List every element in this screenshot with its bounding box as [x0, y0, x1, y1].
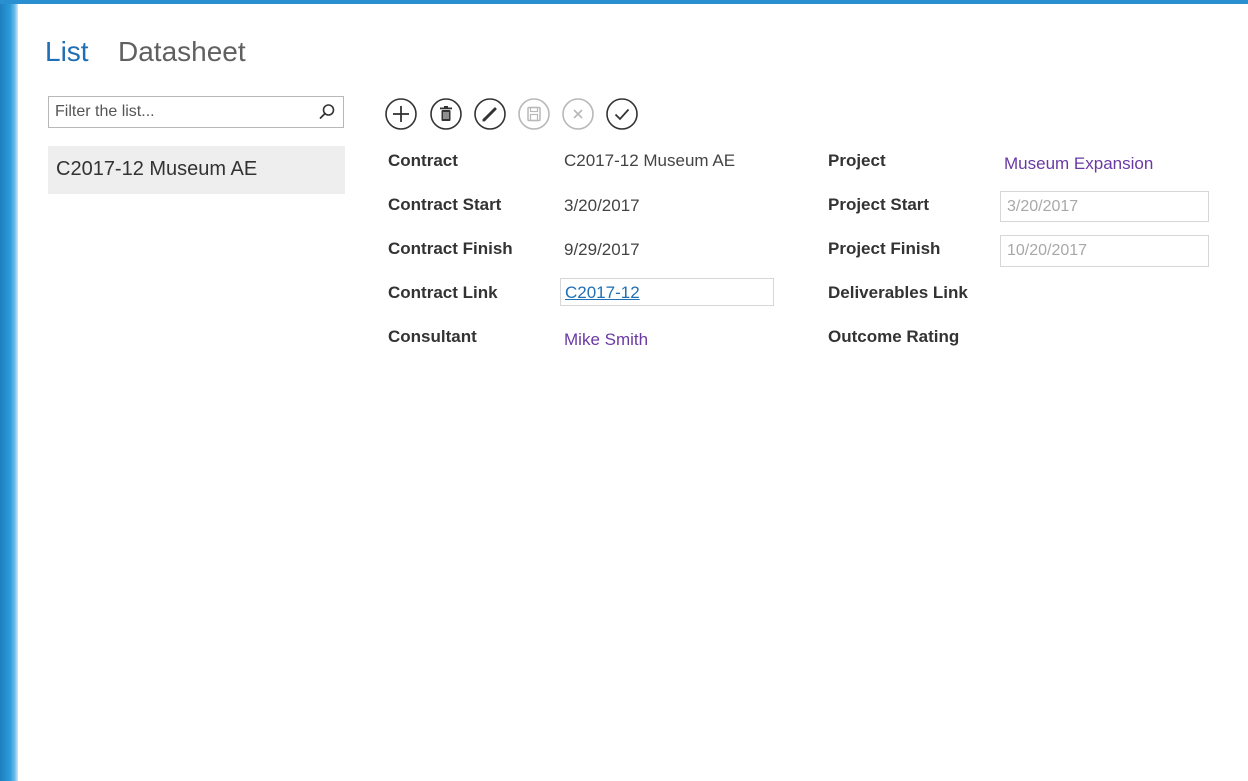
deliverables-link-label: Deliverables Link: [828, 283, 968, 302]
window-left-edge: [0, 0, 18, 781]
contract-value: C2017-12 Museum AE: [564, 151, 736, 170]
contract-start-label: Contract Start: [388, 195, 502, 214]
add-icon[interactable]: [384, 97, 418, 131]
list-item-label: C2017-12 Museum AE: [56, 158, 258, 180]
contract-finish-value: 9/29/2017: [564, 240, 640, 259]
project-start-label: Project Start: [828, 195, 930, 214]
tab-list[interactable]: List: [45, 36, 89, 68]
edit-icon[interactable]: [473, 97, 507, 131]
search-icon[interactable]: [318, 103, 336, 121]
project-start-field: 3/20/2017: [1000, 191, 1209, 222]
project-finish-label: Project Finish: [828, 239, 941, 258]
cancel-icon[interactable]: [561, 97, 595, 131]
project-label: Project: [828, 151, 886, 170]
project-finish-value: 10/20/2017: [1007, 242, 1088, 259]
delete-icon[interactable]: [429, 97, 463, 131]
contract-label: Contract: [388, 151, 458, 170]
project-finish-field: 10/20/2017: [1000, 235, 1209, 267]
app-frame: List Datasheet C2017-12 Museum AE Contra…: [0, 0, 1248, 781]
filter-box: [48, 96, 344, 128]
list-item[interactable]: C2017-12 Museum AE: [48, 146, 345, 194]
window-top-edge: [0, 0, 1248, 4]
project-link[interactable]: Museum Expansion: [1004, 154, 1153, 174]
contract-link-label: Contract Link: [388, 283, 498, 302]
contract-link[interactable]: C2017-12: [565, 283, 640, 303]
project-start-value: 3/20/2017: [1007, 198, 1079, 215]
contract-finish-label: Contract Finish: [388, 239, 513, 258]
outcome-rating-label: Outcome Rating: [828, 327, 960, 346]
save-icon[interactable]: [517, 97, 551, 131]
contract-link-field: C2017-12: [560, 278, 774, 306]
consultant-link[interactable]: Mike Smith: [564, 330, 648, 350]
accept-icon[interactable]: [605, 97, 639, 131]
contract-start-value: 3/20/2017: [564, 196, 640, 215]
filter-input[interactable]: [55, 102, 305, 122]
tab-datasheet[interactable]: Datasheet: [118, 36, 246, 68]
consultant-label: Consultant: [388, 327, 477, 346]
